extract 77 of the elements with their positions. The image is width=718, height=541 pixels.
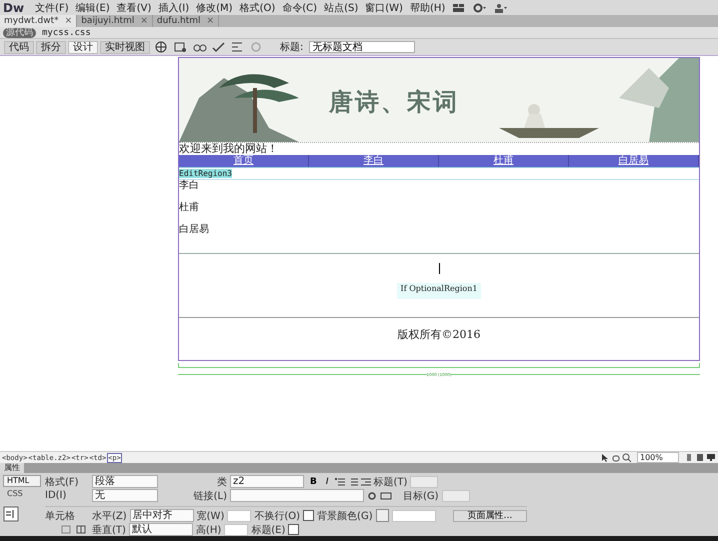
app-logo: Dw — [3, 0, 24, 14]
field-label: 高(H) — [196, 524, 222, 536]
nav-link[interactable]: 白居易 — [618, 155, 648, 166]
page-properties-button[interactable]: 页面属性... — [452, 510, 528, 522]
field-label: 类 — [216, 476, 227, 488]
text-cursor — [438, 263, 440, 274]
zoom-select[interactable]: 100% — [637, 452, 679, 463]
vertical-align-select[interactable]: 默认 — [128, 523, 193, 536]
field-label: 背景颜色(G) — [317, 510, 373, 522]
cell-icon — [3, 506, 19, 522]
field-label: 宽(W) — [196, 510, 224, 522]
class-select[interactable]: z2 — [230, 475, 304, 488]
mode-button[interactable]: HTML — [3, 475, 41, 487]
height-field[interactable] — [224, 524, 248, 536]
nav-link[interactable]: 李白 — [364, 155, 384, 166]
menu-item[interactable]: 格式(O) — [240, 0, 276, 14]
field-label: 标题(E) — [251, 524, 286, 536]
field-label: 格式(F) — [45, 476, 80, 488]
nowrap-checkbox[interactable] — [303, 510, 314, 521]
check-icon[interactable] — [212, 41, 226, 53]
field-label: ID(I) — [45, 490, 68, 501]
bg-color-field[interactable] — [392, 510, 436, 522]
title-label: 标题: — [280, 40, 304, 54]
width-field[interactable] — [227, 510, 252, 522]
bullet-list-icon[interactable] — [334, 477, 345, 486]
optional-region-tag: If OptionalRegion1 — [396, 283, 482, 299]
italic-button[interactable]: I — [322, 476, 332, 486]
bold-button[interactable]: B — [307, 476, 320, 486]
id-select[interactable]: 无 — [92, 489, 158, 502]
cell-label: 单元格 — [45, 510, 76, 522]
grid-icon[interactable] — [452, 2, 466, 12]
document-tab[interactable]: mydwt.dwt* × — [0, 15, 78, 27]
menu-item[interactable]: 插入(I) — [158, 0, 190, 14]
menu-item[interactable]: 站点(S) — [324, 0, 358, 14]
pointer-icon[interactable] — [600, 453, 610, 462]
menu-item[interactable]: 修改(M) — [196, 0, 233, 14]
color-swatch[interactable] — [376, 509, 389, 522]
menu-item[interactable]: 窗口(W) — [365, 0, 403, 14]
target-field[interactable] — [442, 490, 470, 502]
footer-text: 版权所有©2016 — [396, 327, 482, 343]
field-label: 水平(Z) — [92, 510, 127, 522]
view-button[interactable]: 代码 — [4, 40, 34, 54]
globe-icon[interactable] — [155, 41, 169, 53]
view-button[interactable]: 拆分 — [36, 40, 66, 54]
view-button[interactable]: 设计 — [68, 40, 98, 54]
nav-link[interactable]: 首页 — [234, 155, 254, 166]
link-field[interactable] — [230, 489, 364, 502]
menu-item[interactable]: 查看(V) — [116, 0, 152, 14]
horizontal-align-select[interactable]: 居中对齐 — [130, 509, 194, 522]
format-select[interactable]: 段落 — [92, 475, 158, 488]
desktop-size-icon[interactable] — [706, 453, 716, 462]
poet-name: 李白 — [179, 180, 200, 191]
poet-name: 杜甫 — [179, 202, 200, 213]
split-cells-icon[interactable] — [76, 525, 86, 534]
indent-icon[interactable] — [360, 477, 371, 486]
source-code-button[interactable]: 源代码 — [3, 28, 36, 38]
user-icon[interactable] — [494, 2, 508, 12]
zoom-icon[interactable] — [622, 453, 632, 462]
heading-field[interactable] — [410, 476, 438, 488]
field-label: 不换行(O) — [254, 510, 300, 522]
panel-tab[interactable]: 属性 — [0, 463, 24, 473]
field-label: 目标(G) — [403, 490, 439, 502]
menu-item[interactable]: 编辑(E) — [76, 0, 110, 14]
field-label: 链接(L) — [192, 490, 227, 502]
field-label: 标题(T) — [374, 476, 408, 488]
menu-item[interactable]: 文件(F) — [35, 0, 69, 14]
nav-link[interactable]: 杜甫 — [494, 155, 514, 166]
menu-item[interactable]: 帮助(H) — [410, 0, 446, 14]
view-button[interactable]: 实时视图 — [100, 40, 150, 54]
banner-title: 唐诗、宋词 — [329, 86, 459, 118]
menu-item[interactable]: 命令(C) — [282, 0, 318, 14]
poet-name: 白居易 — [179, 224, 210, 235]
mode-button[interactable]: CSS — [3, 488, 41, 500]
field-label: 垂直(T) — [92, 524, 126, 536]
related-file-link[interactable]: mycss.css — [42, 28, 91, 38]
editable-region-tag: EditRegion3 — [179, 169, 232, 178]
header-checkbox[interactable] — [288, 524, 300, 535]
